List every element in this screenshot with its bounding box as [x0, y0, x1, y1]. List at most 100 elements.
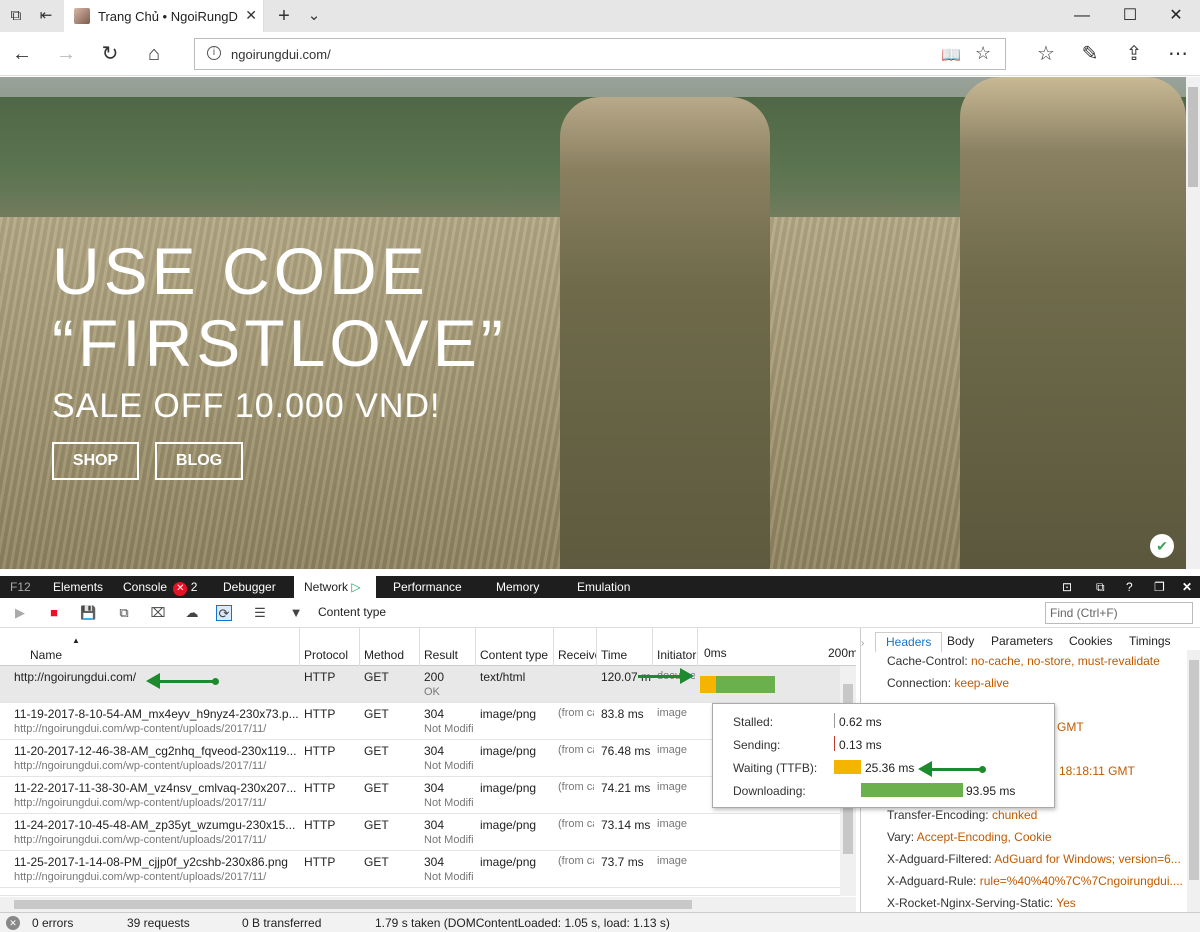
annotation-arrowhead-timeline	[680, 668, 694, 684]
column-method[interactable]: Method	[360, 628, 420, 666]
column-received[interactable]: Received	[554, 628, 597, 666]
time-taken: 1.79 s taken (DOMContentLoaded: 1.05 s, …	[375, 916, 670, 930]
refresh-icon[interactable]: ↻	[98, 42, 122, 66]
close-tab-icon[interactable]: ✕	[245, 7, 257, 24]
info-icon[interactable]: i	[207, 46, 221, 60]
page-scrollbar[interactable]	[1186, 77, 1200, 569]
filter-label[interactable]: Content type	[318, 605, 386, 619]
request-protocol: HTTP	[304, 855, 336, 869]
stop-icon[interactable]: ■	[46, 605, 62, 621]
save-icon[interactable]: 💾	[80, 605, 96, 621]
tab-f12[interactable]: F12	[0, 576, 41, 598]
url-text[interactable]: ngoirungdui.com/	[231, 47, 331, 62]
new-tab-icon[interactable]: +	[274, 6, 294, 26]
header-line: X-Rocket-Nginx-Serving-Static: Yes	[887, 896, 1076, 910]
table-row[interactable]: http://ngoirungdui.com/HTTP GET 200 OK text/…	[0, 666, 840, 703]
column-time[interactable]: Time	[597, 628, 653, 666]
address-bar[interactable]: i ngoirungdui.com/ 📖 ☆	[194, 38, 1006, 70]
request-result: 304	[424, 707, 445, 721]
annotation-dot-url	[212, 678, 219, 685]
column-content-type[interactable]: Content type	[476, 628, 554, 666]
header-value: GMT	[1057, 720, 1084, 734]
console-icon[interactable]: ⊡	[1052, 576, 1082, 598]
undock-icon[interactable]: ❐	[1144, 576, 1175, 598]
column-initiator[interactable]: Initiator	[653, 628, 698, 666]
request-protocol: HTTP	[304, 670, 336, 684]
header-value: 18:18:11 GMT	[1059, 764, 1135, 778]
expand-pane-icon[interactable]: ›	[861, 638, 864, 649]
tab-body[interactable]: Body	[937, 632, 984, 650]
close-window-icon[interactable]: ✕	[1164, 6, 1188, 26]
share-icon[interactable]: ⇪	[1122, 42, 1146, 66]
tab-cookies[interactable]: Cookies	[1059, 632, 1122, 650]
reading-view-icon[interactable]: 📖	[941, 45, 961, 65]
request-result: 200	[424, 670, 445, 684]
tab-headers[interactable]: Headers	[875, 632, 943, 653]
help-icon[interactable]: ?	[1116, 576, 1143, 598]
tab-network-label: Network	[304, 580, 349, 594]
details-scroll-thumb[interactable]	[1189, 660, 1199, 880]
table-row-partial[interactable]	[0, 888, 840, 896]
table-horizontal-scrollbar[interactable]	[0, 897, 856, 912]
favorite-star-icon[interactable]: ☆	[975, 43, 991, 64]
request-name: 11-25-2017-1-14-08-PM_cjjp0f_y2cshb-230x…	[14, 855, 288, 869]
column-protocol[interactable]: Protocol	[300, 628, 360, 666]
maximize-icon[interactable]: ☐	[1118, 6, 1142, 26]
request-initiator: image	[657, 855, 687, 867]
tab-console[interactable]: Console ✕ 2	[113, 576, 207, 598]
column-name[interactable]: Name	[0, 628, 300, 666]
tab-performance[interactable]: Performance	[383, 576, 472, 598]
copy-icon[interactable]: ⧉	[116, 605, 132, 621]
forward-icon[interactable]: →	[54, 42, 78, 66]
tab-elements[interactable]: Elements	[43, 576, 113, 598]
request-initiator: image	[657, 781, 687, 793]
clear-entries-icon[interactable]: ⌧	[150, 605, 166, 621]
blog-button[interactable]: BLOG	[155, 442, 243, 480]
tab-timings[interactable]: Timings	[1119, 632, 1181, 650]
request-type: image/png	[480, 818, 537, 832]
favorites-hub-icon[interactable]: ☆	[1034, 42, 1058, 66]
find-input[interactable]: Find (Ctrl+F)	[1045, 602, 1193, 624]
play-icon[interactable]: ▶	[12, 605, 28, 621]
always-refresh-icon[interactable]: ⟳	[216, 605, 232, 621]
hero-headline: USE CODE “FIRSTLOVE”	[52, 235, 612, 379]
request-result-text: Not Modified	[424, 797, 474, 809]
request-time: 74.21 ms	[601, 781, 651, 795]
adguard-shield-icon[interactable]: ✔	[1150, 534, 1174, 558]
hero-line-1: USE CODE	[52, 234, 429, 308]
console-error-count: 2	[190, 580, 198, 594]
request-type: image/png	[480, 707, 537, 721]
clear-list-icon[interactable]: ☰	[252, 605, 268, 621]
tab-emulation[interactable]: Emulation	[567, 576, 640, 598]
home-icon[interactable]: ⌂	[142, 42, 166, 66]
horizontal-scroll-thumb[interactable]	[14, 900, 692, 909]
web-note-icon[interactable]: ✎	[1078, 42, 1102, 66]
downloading-value: 93.95 ms	[966, 784, 1016, 798]
header-value: chunked	[991, 808, 1038, 822]
details-scrollbar[interactable]	[1187, 650, 1200, 912]
request-name: 11-22-2017-11-38-30-AM_vz4nsv_cmlvaq-230…	[14, 781, 297, 795]
tab-debugger[interactable]: Debugger	[213, 576, 286, 598]
request-name: 11-24-2017-10-45-48-AM_zp35yt_wzumgu-230…	[14, 818, 296, 832]
request-result: 304	[424, 855, 445, 869]
chevron-down-icon[interactable]: ⌄	[304, 6, 324, 26]
page-scroll-thumb[interactable]	[1188, 87, 1198, 187]
tab-back-icon[interactable]: ⇤	[36, 6, 56, 26]
column-result[interactable]: Result	[420, 628, 476, 666]
table-row[interactable]: 11-24-2017-10-45-48-AM_zp35yt_wzumgu-230…	[0, 814, 840, 851]
table-row[interactable]: 11-25-2017-1-14-08-PM_cjjp0f_y2cshb-230x…	[0, 851, 840, 888]
minimize-icon[interactable]: —	[1070, 6, 1094, 26]
shop-button[interactable]: SHOP	[52, 442, 139, 480]
tab-parameters[interactable]: Parameters	[981, 632, 1063, 650]
tab-memory[interactable]: Memory	[486, 576, 549, 598]
dock-icon[interactable]: ⧉	[1086, 576, 1115, 598]
filter-icon[interactable]: ▼	[288, 605, 304, 621]
tab-set-aside-icon[interactable]: ⧉	[6, 6, 26, 26]
request-time: 83.8 ms	[601, 707, 644, 721]
back-icon[interactable]: ←	[10, 42, 34, 66]
browser-tab[interactable]: Trang Chủ • NgoiRungDui ✕	[64, 0, 264, 32]
tab-network[interactable]: Network ▷	[294, 576, 376, 598]
more-icon[interactable]: ⋯	[1166, 42, 1190, 66]
clear-cache-icon[interactable]: ☁	[184, 605, 200, 621]
close-devtools-icon[interactable]: ✕	[1172, 576, 1200, 598]
